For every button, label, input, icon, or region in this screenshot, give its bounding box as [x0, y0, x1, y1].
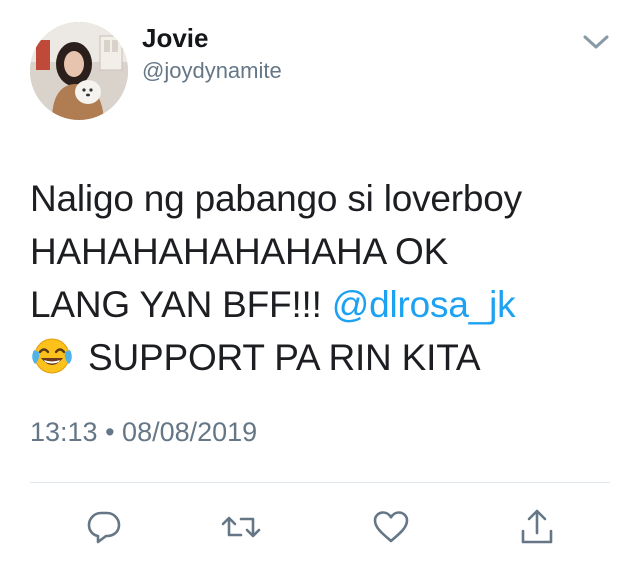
tweet-text-line-4: SUPPORT PA RIN KITA — [30, 331, 620, 384]
avatar[interactable] — [30, 22, 128, 120]
author-display-name[interactable]: Jovie — [142, 22, 282, 54]
heart-icon — [373, 511, 409, 543]
reply-button[interactable] — [82, 505, 126, 549]
tweet-text-line-1: Naligo ng pabango si loverboy — [30, 178, 522, 219]
tweet-header: Jovie @joydynamite — [30, 22, 610, 122]
tweet-date: 08/08/2019 — [122, 417, 258, 447]
author-info: Jovie @joydynamite — [142, 22, 282, 86]
mention-link[interactable]: @dlrosa_jk — [332, 284, 516, 325]
chevron-down-icon[interactable] — [582, 32, 610, 52]
face-with-tears-of-joy-icon — [30, 336, 74, 376]
tweet-text-line-3-text: LANG YAN BFF!!! — [30, 284, 332, 325]
timestamp-separator: • — [97, 417, 123, 447]
tweet-card: Jovie @joydynamite Naligo ng pabango si … — [0, 0, 640, 573]
tweet-actions — [0, 505, 640, 549]
share-button[interactable] — [515, 505, 559, 549]
tweet-time: 13:13 — [30, 417, 98, 447]
avatar-photo-image — [30, 22, 128, 120]
tweet-text-line-3: LANG YAN BFF!!! @dlrosa_jk — [30, 278, 620, 331]
retweet-button[interactable] — [219, 505, 263, 549]
share-icon — [521, 509, 553, 544]
tweet-text: Naligo ng pabango si loverboy HAHAHAHAHA… — [30, 172, 620, 384]
tweet-timestamp[interactable]: 13:13 • 08/08/2019 — [30, 416, 257, 448]
author-handle[interactable]: @joydynamite — [142, 56, 282, 86]
retweet-icon — [221, 516, 261, 538]
tweet-text-line-4-text: SUPPORT PA RIN KITA — [88, 337, 481, 378]
tweet-text-line-2: HAHAHAHAHAHAHA OK — [30, 231, 449, 272]
reply-icon — [87, 511, 121, 544]
like-button[interactable] — [369, 505, 413, 549]
divider — [30, 482, 610, 483]
